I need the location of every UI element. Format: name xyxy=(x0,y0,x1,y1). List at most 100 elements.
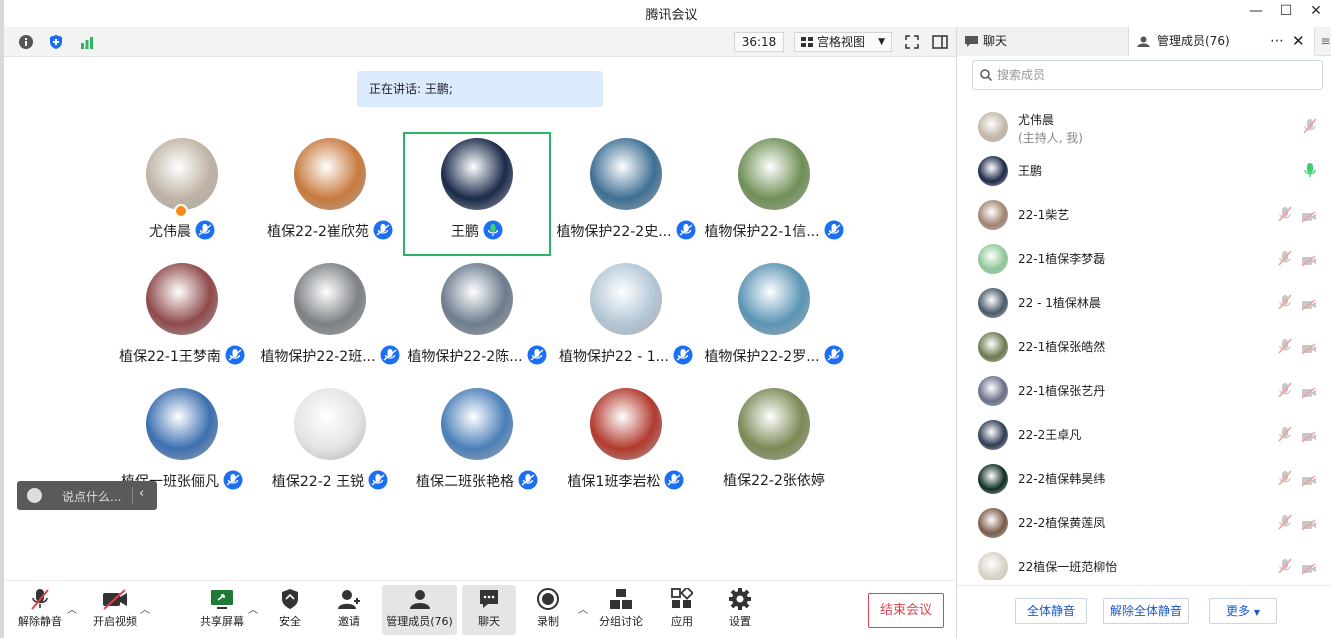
mic-muted-icon xyxy=(1278,558,1292,574)
member-row[interactable]: 22-1植保张艺丹 xyxy=(957,369,1331,413)
member-row[interactable]: 22 - 1植保林晨 xyxy=(957,281,1331,325)
member-row[interactable]: 22-1柴艺 xyxy=(957,193,1331,237)
participant-tile[interactable]: 植物保护22-2陈... xyxy=(403,257,551,381)
participant-tile[interactable]: 植保1班李岩松 xyxy=(552,382,700,506)
mic-status-icon xyxy=(824,220,844,244)
participant-tile[interactable]: 植保22-2 王锐 xyxy=(256,382,404,506)
mic-muted-icon xyxy=(1278,382,1292,398)
panel-menu-icon[interactable]: ≡ xyxy=(1314,27,1331,56)
participant-tile[interactable]: 植物保护22-2班... xyxy=(256,257,404,381)
search-placeholder: 搜索成员 xyxy=(997,68,1046,82)
member-row[interactable]: 王鹏 xyxy=(957,149,1331,193)
record-options-caret-icon[interactable]: ︿ xyxy=(578,601,588,616)
mic-speaking-icon xyxy=(483,220,503,240)
settings-button[interactable]: 设置 xyxy=(720,585,760,635)
member-row[interactable]: 22-2植保黄莲凤 xyxy=(957,501,1331,545)
member-mic-status[interactable] xyxy=(1278,338,1292,358)
avatar xyxy=(978,552,1008,580)
fullscreen-icon[interactable] xyxy=(902,32,922,52)
member-camera-status[interactable] xyxy=(1301,296,1317,315)
avatar xyxy=(978,332,1008,362)
sidebar-toggle-icon[interactable] xyxy=(930,32,950,52)
participant-tile[interactable]: 植保22-2崔欣苑 xyxy=(256,132,404,256)
member-search-input[interactable]: 搜索成员 xyxy=(972,60,1323,90)
participant-tile[interactable]: 植物保护22 - 1... xyxy=(552,257,700,381)
avatar xyxy=(978,244,1008,274)
minimize-icon[interactable]: — xyxy=(1246,3,1266,19)
member-camera-status[interactable] xyxy=(1301,560,1317,579)
manage-members-button[interactable]: 管理成员(76) xyxy=(382,585,457,635)
audio-options-caret-icon[interactable]: ︿ xyxy=(67,601,77,616)
member-mic-status[interactable] xyxy=(1303,162,1317,182)
chat-button[interactable]: 聊天 xyxy=(462,585,516,635)
member-camera-status[interactable] xyxy=(1301,208,1317,227)
member-mic-status[interactable] xyxy=(1278,382,1292,402)
member-camera-status[interactable] xyxy=(1301,340,1317,359)
member-row[interactable]: 22植保一班范柳怡 xyxy=(957,545,1331,580)
end-meeting-button[interactable]: 结束会议 xyxy=(868,593,944,628)
member-camera-status[interactable] xyxy=(1301,384,1317,403)
member-row[interactable]: 22-1植保李梦磊 xyxy=(957,237,1331,281)
member-mic-status[interactable] xyxy=(1278,250,1292,270)
start-video-button[interactable]: 开启视频 xyxy=(86,585,144,635)
member-name: 22-2植保黄莲凤 xyxy=(1018,516,1106,530)
participant-tile[interactable]: 尤伟晨 xyxy=(108,132,256,256)
tab-chat[interactable]: 聊天 xyxy=(957,27,1129,56)
participant-tile[interactable]: 植物保护22-2史... xyxy=(552,132,700,256)
member-row[interactable]: 22-2王卓凡 xyxy=(957,413,1331,457)
member-mic-status[interactable] xyxy=(1278,514,1292,534)
member-mic-status[interactable] xyxy=(1278,206,1292,226)
info-icon[interactable] xyxy=(16,32,36,52)
signal-icon[interactable] xyxy=(77,32,97,52)
unmute-all-button[interactable]: 解除全体静音 xyxy=(1103,598,1189,624)
participant-tile[interactable]: 植物保护22-2罗... xyxy=(700,257,848,381)
participant-tile[interactable]: 植物保护22-1信... xyxy=(700,132,848,256)
more-button[interactable]: 更多 ▼ xyxy=(1209,598,1277,624)
unmute-button[interactable]: 解除静音 xyxy=(12,585,68,635)
member-row[interactable]: 尤伟晨 (主持人, 我) xyxy=(957,105,1331,149)
quick-chat-input[interactable]: 说点什么... ‹ xyxy=(17,481,157,510)
participant-name-row: 植物保护22-2罗... xyxy=(680,345,868,369)
member-name: 尤伟晨 xyxy=(1018,113,1055,127)
emoji-icon[interactable] xyxy=(27,488,42,503)
member-camera-status[interactable] xyxy=(1301,516,1317,535)
member-mic-status[interactable] xyxy=(1278,558,1292,578)
shield-icon[interactable] xyxy=(46,32,66,52)
participant-name: 植保22-2崔欣苑 xyxy=(267,224,369,240)
record-label: 录制 xyxy=(537,615,559,628)
more-options-icon[interactable]: ⋯ xyxy=(1270,27,1284,56)
avatar xyxy=(738,263,810,335)
member-camera-status[interactable] xyxy=(1301,428,1317,447)
share-options-caret-icon[interactable]: ︿ xyxy=(248,601,258,616)
participant-tile[interactable]: 植保22-1王梦南 xyxy=(108,257,256,381)
member-mic-status[interactable] xyxy=(1303,118,1317,138)
record-button[interactable]: 录制 xyxy=(528,585,568,635)
member-mic-status[interactable] xyxy=(1278,470,1292,490)
grid-icon xyxy=(801,37,813,47)
share-screen-button[interactable]: 共享屏幕 xyxy=(194,585,250,635)
tab-members[interactable]: 管理成员(76) xyxy=(1129,27,1315,56)
close-window-icon[interactable]: ✕ xyxy=(1306,3,1326,19)
breakout-rooms-button[interactable]: 分组讨论 xyxy=(596,585,646,635)
member-row[interactable]: 22-2植保韩昊纬 xyxy=(957,457,1331,501)
close-panel-icon[interactable]: ✕ xyxy=(1292,27,1305,56)
invite-button[interactable]: 邀请 xyxy=(329,585,369,635)
security-button[interactable]: 安全 xyxy=(270,585,310,635)
apps-button[interactable]: 应用 xyxy=(662,585,702,635)
mute-all-button[interactable]: 全体静音 xyxy=(1015,598,1087,624)
collapse-icon[interactable]: ‹ xyxy=(139,486,144,501)
participant-tile[interactable]: 王鹏 xyxy=(403,132,551,256)
member-camera-status[interactable] xyxy=(1301,472,1317,491)
camera-off-icon xyxy=(1301,255,1316,267)
unmute-label: 解除静音 xyxy=(18,615,62,628)
member-camera-status[interactable] xyxy=(1301,252,1317,271)
member-mic-status[interactable] xyxy=(1278,294,1292,314)
member-mic-status[interactable] xyxy=(1278,426,1292,446)
participant-tile[interactable]: 植保22-2张依婷 xyxy=(700,382,848,506)
view-mode-dropdown[interactable]: 宫格视图 ▼ xyxy=(794,32,892,52)
participant-tile[interactable]: 植保二班张艳格 xyxy=(403,382,551,506)
video-grid: 正在讲话: 王鹏; 尤伟晨 植保22-2崔欣苑 王鹏 植物保护22-2史... 植物保护… xyxy=(4,58,956,580)
member-row[interactable]: 22-1植保张皓然 xyxy=(957,325,1331,369)
maximize-icon[interactable]: ☐ xyxy=(1276,3,1296,19)
video-options-caret-icon[interactable]: ︿ xyxy=(140,601,150,616)
